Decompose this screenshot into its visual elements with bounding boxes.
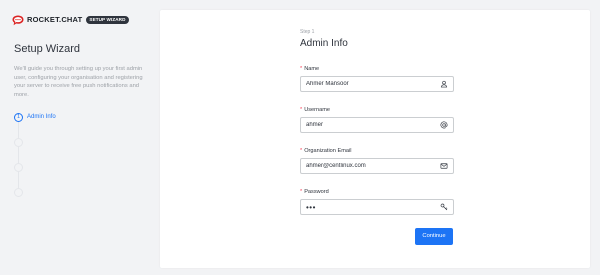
key-icon	[440, 203, 448, 211]
name-input-box[interactable]	[300, 76, 454, 92]
wizard-description: We'll guide you through setting up your …	[14, 66, 143, 98]
organization-email-input[interactable]	[306, 160, 440, 172]
password-label: Password	[304, 189, 329, 195]
brand-name: ROCKET.CHAT	[27, 15, 83, 24]
password-input-box[interactable]	[300, 199, 454, 215]
step-number	[14, 137, 23, 147]
at-sign-icon	[440, 121, 448, 129]
field-label: * Password	[300, 188, 454, 196]
name-label: Name	[304, 66, 320, 72]
username-input[interactable]	[306, 119, 440, 131]
step-number	[14, 162, 23, 172]
required-mark: *	[300, 66, 303, 72]
user-icon	[440, 80, 448, 88]
name-field: * Name	[300, 65, 454, 92]
page-title: Admin Info	[300, 38, 348, 49]
wizard-steps: 1 Admin Info	[14, 112, 154, 202]
field-label: * Organization Email	[300, 147, 454, 155]
password-input[interactable]	[306, 201, 440, 213]
continue-button[interactable]: Continue	[415, 228, 453, 245]
field-label: * Username	[300, 106, 454, 114]
setup-sidebar: ROCKET.CHAT SETUP WIZARD Setup Wizard We…	[0, 0, 160, 275]
username-field: * Username	[300, 106, 454, 133]
organization-email-label: Organization Email	[304, 148, 352, 154]
wizard-title: Setup Wizard	[14, 43, 81, 55]
envelope-icon	[440, 163, 448, 169]
username-label: Username	[304, 107, 330, 113]
step-3	[14, 162, 27, 172]
username-input-box[interactable]	[300, 117, 454, 133]
setup-wizard-badge: SETUP WIZARD	[86, 16, 129, 24]
steps-connector	[18, 121, 19, 196]
required-mark: *	[300, 189, 303, 195]
rocket-chat-logo-icon	[12, 15, 24, 25]
step-4	[14, 187, 27, 197]
step-number	[14, 187, 23, 197]
step-2	[14, 137, 27, 147]
step-label: Admin Info	[27, 114, 56, 120]
required-mark: *	[300, 148, 303, 154]
step-admin-info[interactable]: 1 Admin Info	[14, 112, 56, 122]
organization-email-field: * Organization Email	[300, 147, 454, 174]
password-field: * Password	[300, 188, 454, 215]
step-caption: Step 1	[300, 29, 315, 35]
required-mark: *	[300, 107, 303, 113]
name-input[interactable]	[306, 78, 440, 90]
organization-email-input-box[interactable]	[300, 158, 454, 174]
field-label: * Name	[300, 65, 454, 73]
admin-info-card: Step 1 Admin Info *Name *Username *Organ…	[160, 10, 590, 268]
brand: ROCKET.CHAT SETUP WIZARD	[12, 14, 129, 26]
step-number: 1	[14, 112, 23, 122]
